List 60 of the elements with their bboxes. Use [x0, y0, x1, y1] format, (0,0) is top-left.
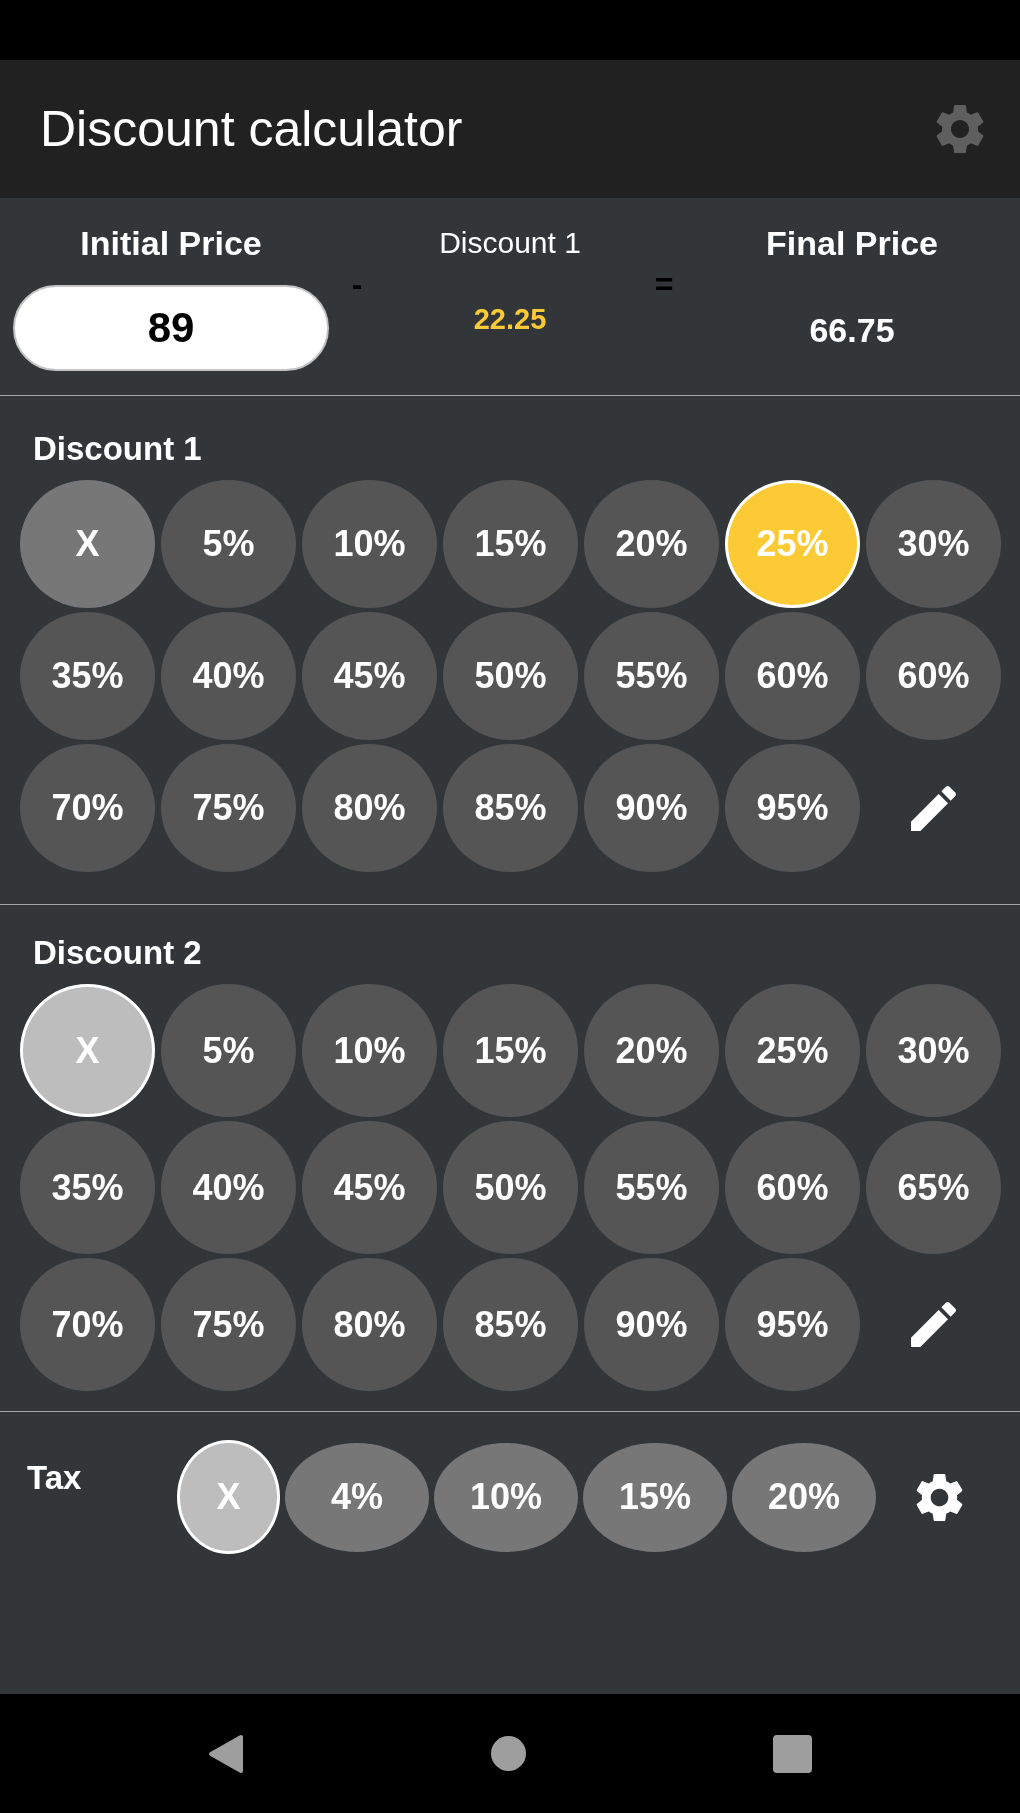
discount-label: Discount 1: [439, 225, 581, 261]
discount-option[interactable]: 20%: [584, 984, 719, 1117]
tax-option[interactable]: 10%: [434, 1442, 578, 1552]
discount-option[interactable]: 45%: [302, 1121, 437, 1254]
minus-sign: -: [351, 265, 363, 304]
discount-option[interactable]: 50%: [443, 1121, 578, 1254]
discount-option[interactable]: 10%: [302, 480, 437, 608]
discount-option[interactable]: 60%: [866, 612, 1001, 740]
discount-option[interactable]: 95%: [725, 1258, 860, 1391]
final-price-amount: 66.75: [809, 310, 895, 350]
discount-option[interactable]: 15%: [443, 984, 578, 1117]
tax-option[interactable]: 20%: [732, 1442, 876, 1552]
pencil-icon[interactable]: [911, 1302, 956, 1347]
discount-option[interactable]: 85%: [443, 1258, 578, 1391]
discount-option[interactable]: 75%: [161, 1258, 296, 1391]
pencil-icon[interactable]: [911, 785, 956, 831]
discount-amount: 22.25: [473, 302, 547, 337]
discount-option[interactable]: 45%: [302, 612, 437, 740]
discount-option[interactable]: X: [20, 480, 155, 608]
discount-option[interactable]: 35%: [20, 612, 155, 740]
discount-option[interactable]: 15%: [443, 480, 578, 608]
final-price-label: Final Price: [766, 223, 938, 263]
discount-option[interactable]: 65%: [866, 1121, 1001, 1254]
discount-option[interactable]: 95%: [725, 744, 860, 872]
discount-option[interactable]: 30%: [866, 480, 1001, 608]
recents-icon[interactable]: [773, 1734, 812, 1773]
section-title: Discount 2: [33, 934, 202, 971]
discount-option[interactable]: 10%: [302, 984, 437, 1117]
discount-option[interactable]: 50%: [443, 612, 578, 740]
discount-option[interactable]: 90%: [584, 744, 719, 872]
discount-option[interactable]: 5%: [161, 480, 296, 608]
back-icon[interactable]: [208, 1733, 244, 1774]
discount-option[interactable]: 40%: [161, 612, 296, 740]
discount-option[interactable]: 70%: [20, 744, 155, 872]
discount-option[interactable]: 20%: [584, 480, 719, 608]
discount-option[interactable]: 30%: [866, 984, 1001, 1117]
section-title: Discount 1: [33, 430, 202, 467]
discount-option[interactable]: 80%: [302, 744, 437, 872]
discount-option[interactable]: 60%: [725, 612, 860, 740]
discount-option[interactable]: 60%: [725, 1121, 860, 1254]
discount-option[interactable]: 35%: [20, 1121, 155, 1254]
discount-option[interactable]: 55%: [584, 1121, 719, 1254]
tax-option[interactable]: 4%: [285, 1442, 429, 1552]
discount-option[interactable]: 80%: [302, 1258, 437, 1391]
discount-option[interactable]: 75%: [161, 744, 296, 872]
equals-sign: =: [654, 265, 674, 304]
app-title: Discount calculator: [40, 104, 463, 154]
discount-option[interactable]: 90%: [584, 1258, 719, 1391]
settings-icon[interactable]: [915, 1472, 964, 1522]
discount-option[interactable]: 70%: [20, 1258, 155, 1391]
tax-label: Tax: [27, 1459, 82, 1496]
discount-option[interactable]: 55%: [584, 612, 719, 740]
discount-option[interactable]: 25%: [725, 984, 860, 1117]
price-label: Initial Price: [80, 223, 262, 263]
discount-option[interactable]: 85%: [443, 744, 578, 872]
discount-option[interactable]: 5%: [161, 984, 296, 1117]
tax-option[interactable]: 15%: [583, 1442, 727, 1552]
home-icon[interactable]: [491, 1736, 526, 1771]
price-input[interactable]: 89: [13, 285, 329, 371]
discount-option[interactable]: 40%: [161, 1121, 296, 1254]
